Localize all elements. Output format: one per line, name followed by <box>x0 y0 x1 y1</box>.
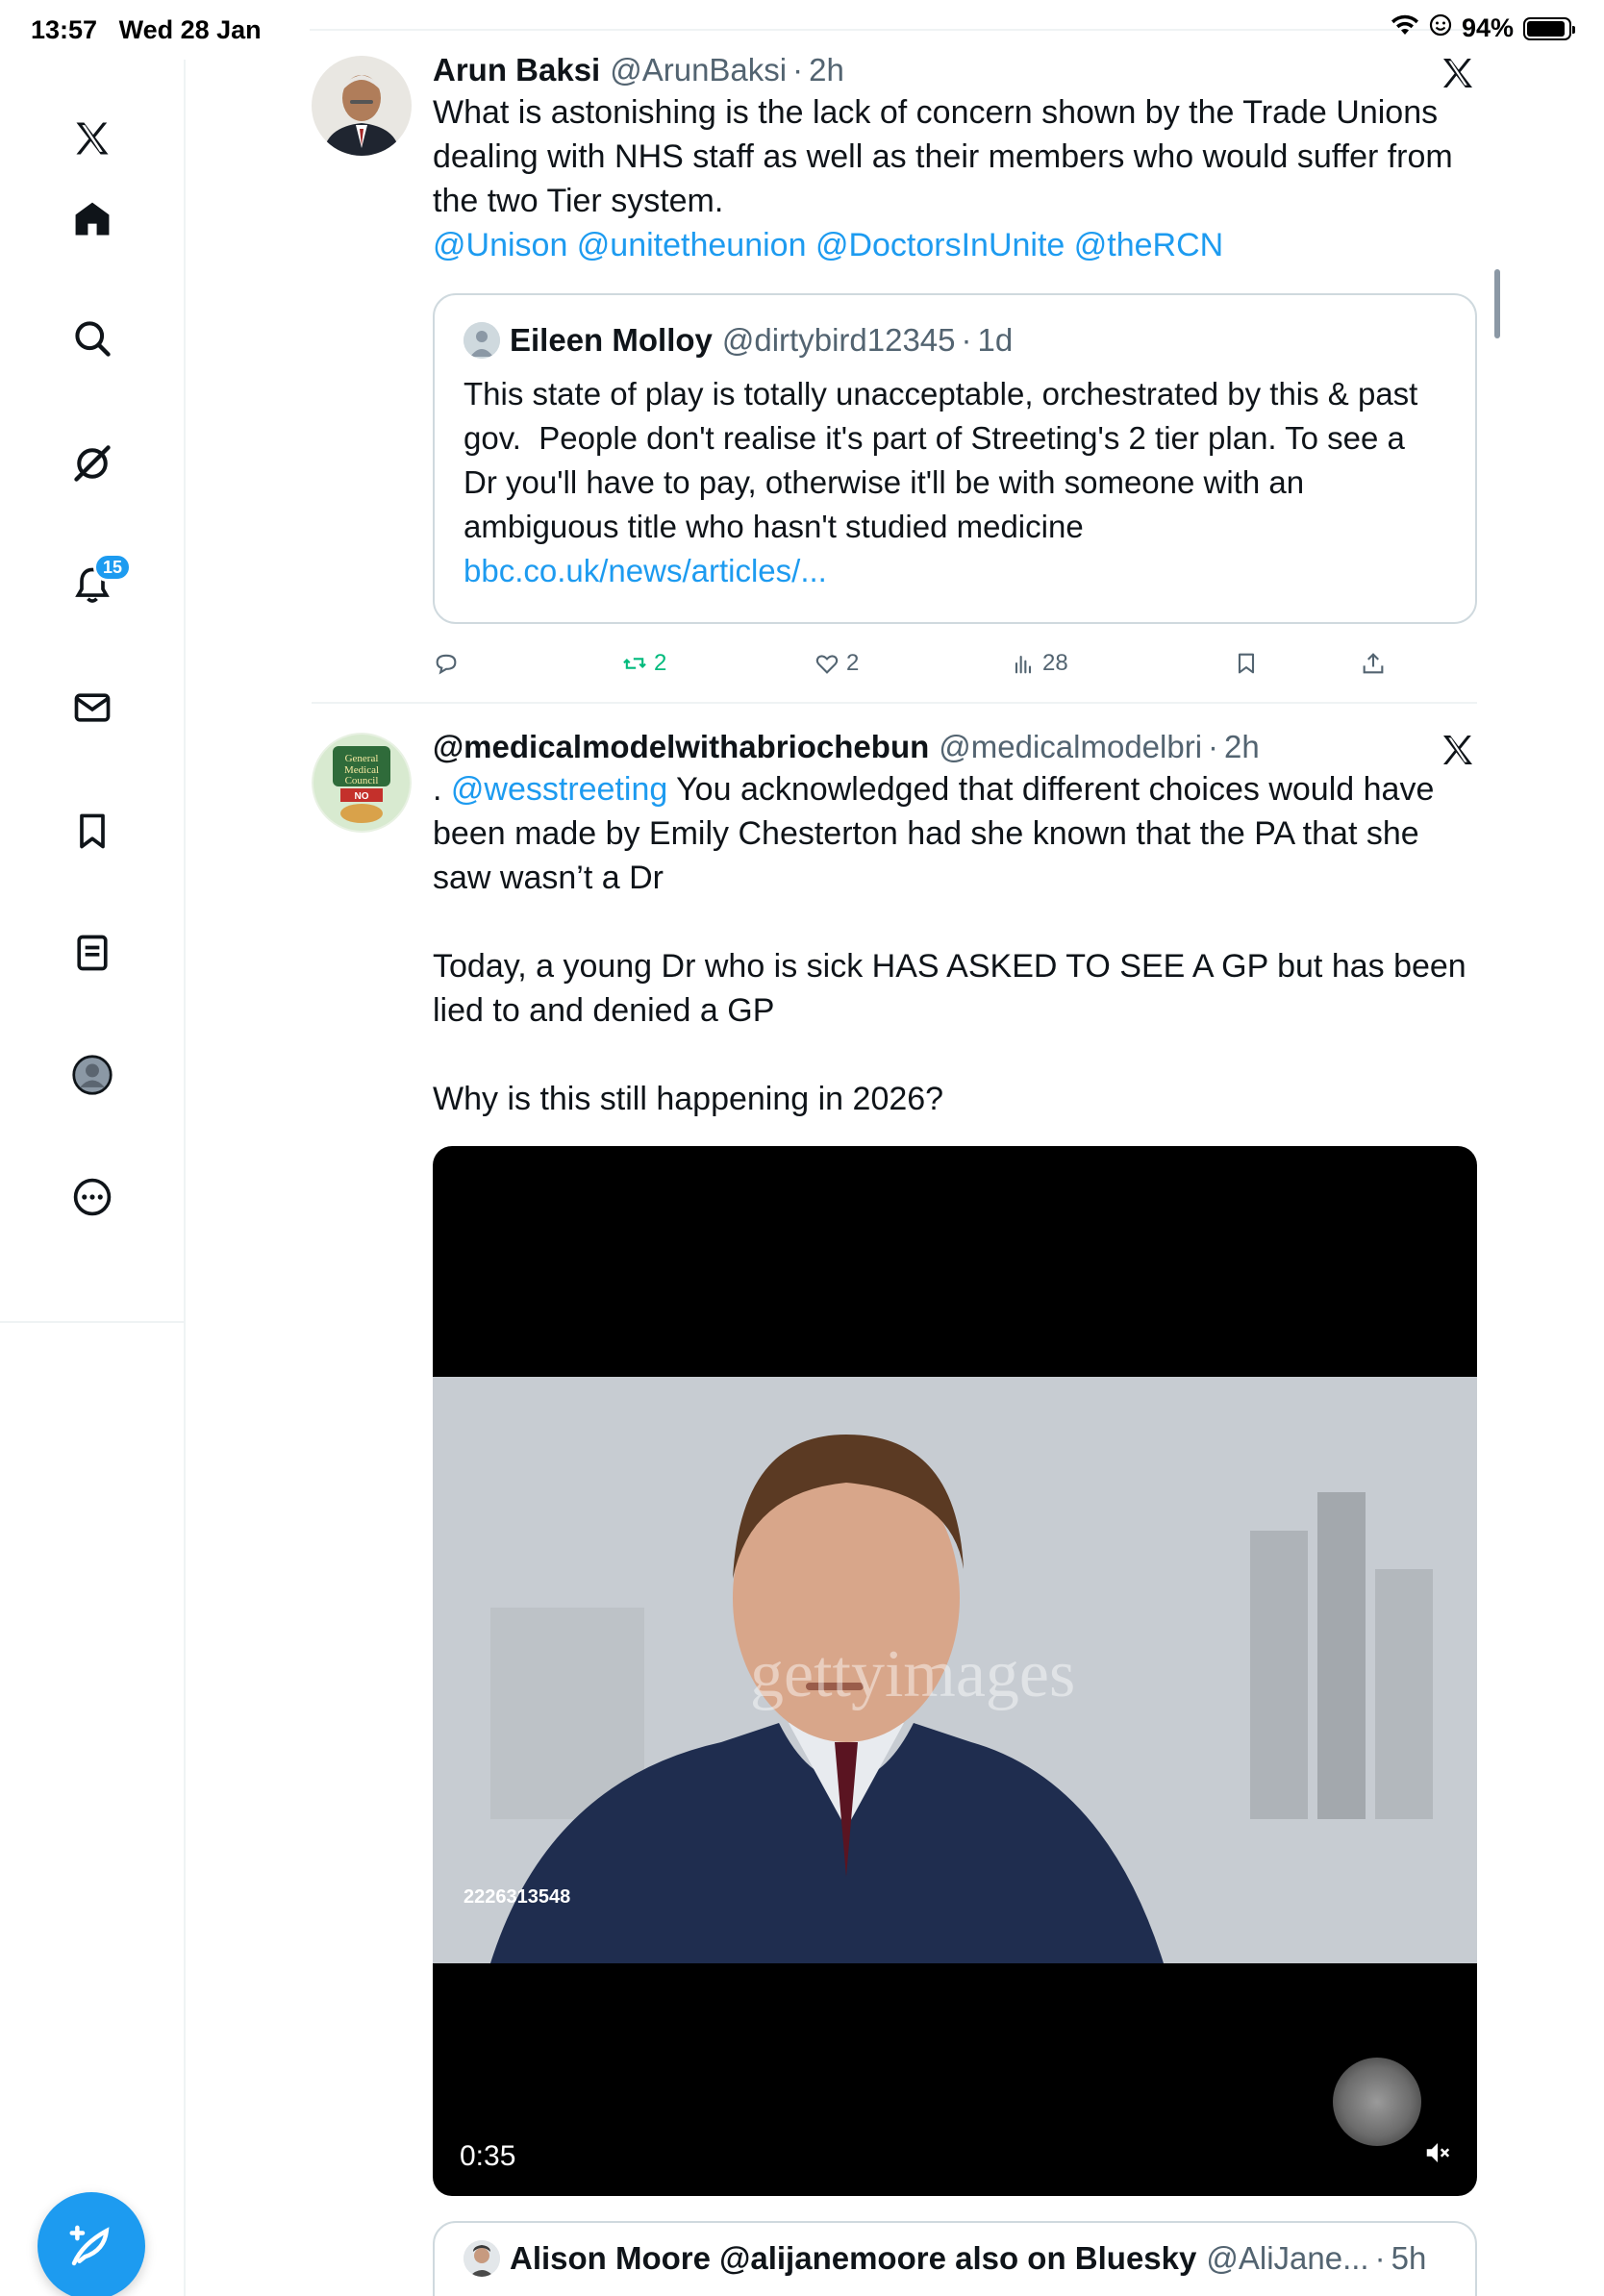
tweet-text-3: Why is this still happening in 2026? <box>433 1081 944 1117</box>
sidebar-divider <box>0 1321 185 1323</box>
separator-dot: · <box>961 322 972 358</box>
author-handle[interactable]: @medicalmodelbri <box>939 727 1202 767</box>
quoted-tweet[interactable]: Alison Moore @alijanemoore also on Blues… <box>433 2221 1477 2296</box>
like-count: 2 <box>846 650 860 676</box>
author-handle[interactable]: @ArunBaksi <box>610 50 787 90</box>
quote-avatar[interactable] <box>464 322 500 359</box>
reply-button[interactable] <box>433 650 465 677</box>
more-icon[interactable] <box>63 1167 122 1227</box>
retweet-button[interactable]: 2 <box>621 650 666 677</box>
views-button[interactable]: 28 <box>1010 650 1068 677</box>
quote-avatar[interactable] <box>464 2240 500 2277</box>
video-player[interactable]: gettyimages 2226313548 0:35 <box>433 1146 1477 2196</box>
messages-icon[interactable] <box>63 678 122 737</box>
tweet-mentions[interactable]: @Unison @unitetheunion @DoctorsInUnite @… <box>433 223 1477 267</box>
video-scrubber-handle[interactable] <box>1333 2058 1421 2146</box>
mention-link[interactable]: @wesstreeting <box>451 771 667 808</box>
quoted-tweet[interactable]: Eileen Molloy @dirtybird12345 · 1d This … <box>433 293 1477 624</box>
avatar[interactable]: General Medical Council NO <box>312 733 412 833</box>
quote-time[interactable]: 5h <box>1391 2238 1427 2279</box>
retweet-count: 2 <box>654 650 667 676</box>
author-name[interactable]: @medicalmodelwithabriochebun <box>433 727 929 767</box>
battery-icon <box>1523 16 1575 40</box>
timeline: Arun Baksi @ArunBaksi · 2h What is aston… <box>187 0 1508 2296</box>
separator-dot: · <box>1374 2240 1386 2276</box>
svg-text:Council: Council <box>345 775 379 786</box>
quote-link[interactable]: bbc.co.uk/news/articles/... <box>464 549 1446 593</box>
bookmarks-icon[interactable] <box>63 801 122 861</box>
tweet-actions: 2 2 28 <box>433 644 1477 683</box>
like-button[interactable]: 2 <box>814 650 859 677</box>
tweet-text: . @wesstreeting You acknowledged that di… <box>433 767 1477 900</box>
video-image-id: 2226313548 <box>464 1886 571 1908</box>
avatar[interactable] <box>312 56 412 156</box>
video-watermark: gettyimages <box>750 1637 1076 1711</box>
separator-dot: · <box>1208 729 1219 764</box>
tweet-time[interactable]: 2h <box>809 50 844 90</box>
grok-icon[interactable] <box>63 434 122 493</box>
svg-text:General: General <box>345 753 379 764</box>
share-icon <box>1363 653 1384 674</box>
scrollbar[interactable] <box>1494 269 1500 338</box>
tweet-text-2: Today, a young Dr who is sick HAS ASKED … <box>433 948 1476 1029</box>
quote-author-handle[interactable]: @AliJane... <box>1206 2238 1368 2279</box>
bookmark-icon <box>1238 653 1255 674</box>
heart-icon <box>815 655 839 674</box>
text-prefix: . <box>433 771 451 808</box>
tweet-text: What is astonishing is the lack of conce… <box>433 94 1463 219</box>
bookmark-button[interactable] <box>1233 650 1260 677</box>
compose-button[interactable] <box>38 2192 145 2296</box>
notifications-icon[interactable]: 15 <box>63 553 133 615</box>
x-logo-icon <box>1443 59 1472 87</box>
share-button[interactable] <box>1360 650 1387 677</box>
sidebar: 15 <box>0 60 186 2296</box>
lists-icon[interactable] <box>63 923 122 983</box>
compose-feather-icon <box>69 2225 110 2266</box>
profile-icon[interactable] <box>63 1045 122 1105</box>
home-icon[interactable] <box>63 189 122 249</box>
quote-time[interactable]: 1d <box>978 320 1014 361</box>
quote-author-name[interactable]: Alison Moore @alijanemoore also on Blues… <box>510 2238 1196 2279</box>
author-name[interactable]: Arun Baksi <box>433 50 600 90</box>
retweet-icon <box>623 658 646 669</box>
svg-text:NO: NO <box>355 791 369 802</box>
notifications-badge: 15 <box>93 553 133 582</box>
x-logo-icon <box>1443 736 1472 764</box>
x-logo-icon[interactable] <box>63 109 122 168</box>
tweet[interactable]: Arun Baksi @ArunBaksi · 2h What is aston… <box>312 50 1477 676</box>
quote-author-handle[interactable]: @dirtybird12345 <box>722 320 956 361</box>
tweet-divider <box>312 702 1477 704</box>
views-icon <box>1015 655 1032 674</box>
tweet-time[interactable]: 2h <box>1224 727 1260 767</box>
video-duration: 0:35 <box>460 2140 516 2172</box>
video-frame: gettyimages 2226313548 <box>433 1377 1477 1963</box>
quote-author-name[interactable]: Eileen Molloy <box>510 320 713 361</box>
search-icon[interactable] <box>63 309 122 368</box>
reply-icon <box>436 654 457 675</box>
separator-dot: · <box>792 52 804 87</box>
quote-text: This state of play is totally unacceptab… <box>464 376 1427 544</box>
views-count: 28 <box>1042 650 1068 676</box>
mute-icon[interactable] <box>1423 2138 1452 2167</box>
